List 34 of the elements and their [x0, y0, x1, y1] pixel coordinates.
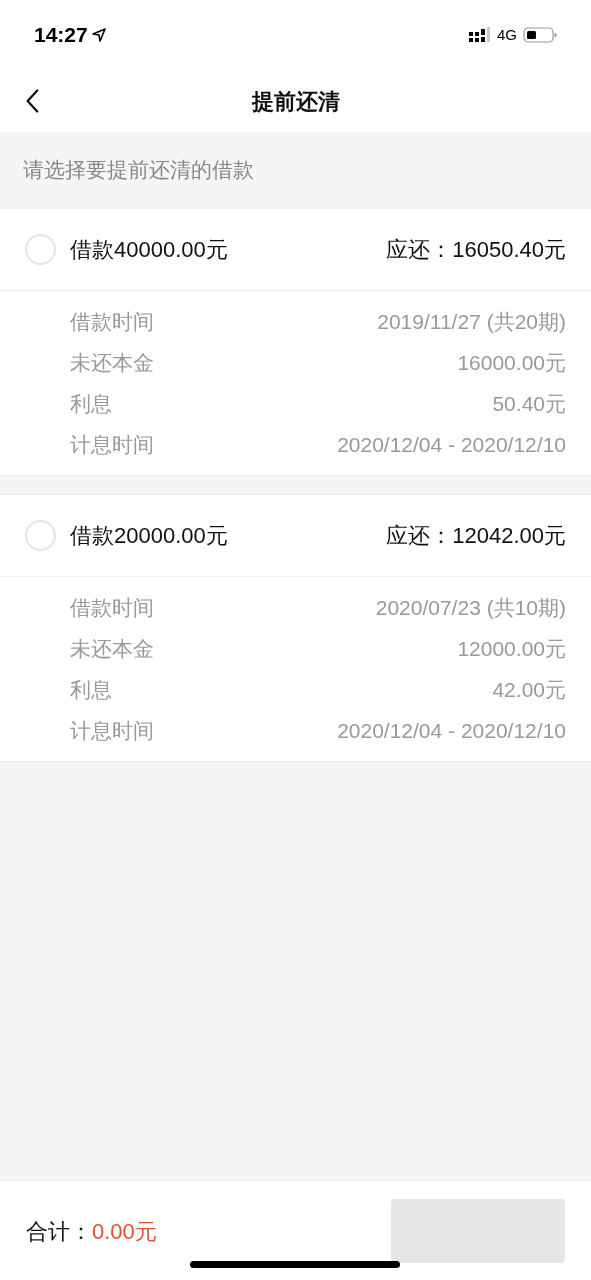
detail-label: 利息	[70, 390, 112, 417]
detail-label: 利息	[70, 676, 112, 703]
detail-label: 未还本金	[70, 349, 154, 376]
detail-label: 计息时间	[70, 717, 154, 744]
status-time: 14:27	[34, 22, 88, 49]
radio-button[interactable]	[25, 234, 56, 265]
detail-value: 2020/12/04 - 2020/12/10	[337, 717, 566, 744]
detail-value: 16000.00元	[457, 349, 566, 376]
detail-value: 50.40元	[492, 390, 566, 417]
detail-label: 借款时间	[70, 594, 154, 621]
due-label: 应还：	[386, 522, 453, 550]
battery-icon	[523, 27, 557, 43]
due-amount: 12042.00元	[452, 522, 566, 550]
detail-value: 2020/12/04 - 2020/12/10	[337, 431, 566, 458]
detail-value: 42.00元	[492, 676, 566, 703]
page-title: 提前还清	[251, 87, 340, 116]
total-amount: 0.00元	[92, 1217, 157, 1246]
radio-button[interactable]	[25, 520, 56, 551]
detail-value: 2019/11/27 (共20期)	[377, 308, 566, 335]
loan-title: 借款20000.00元	[70, 522, 228, 550]
location-icon	[91, 28, 106, 42]
loan-title: 借款40000.00元	[70, 236, 228, 264]
detail-label: 计息时间	[70, 431, 154, 458]
home-indicator[interactable]	[190, 1261, 400, 1268]
detail-value: 12000.00元	[457, 635, 566, 662]
due-amount: 16050.40元	[452, 236, 566, 264]
total-label: 合计：	[26, 1217, 92, 1246]
detail-label: 借款时间	[70, 308, 154, 335]
section-hint: 请选择要提前还清的借款	[23, 157, 254, 184]
due-label: 应还：	[386, 236, 453, 264]
network-label: 4G	[497, 24, 517, 45]
detail-label: 未还本金	[70, 635, 154, 662]
detail-value: 2020/07/23 (共10期)	[375, 594, 566, 621]
signal-icon	[469, 27, 491, 43]
